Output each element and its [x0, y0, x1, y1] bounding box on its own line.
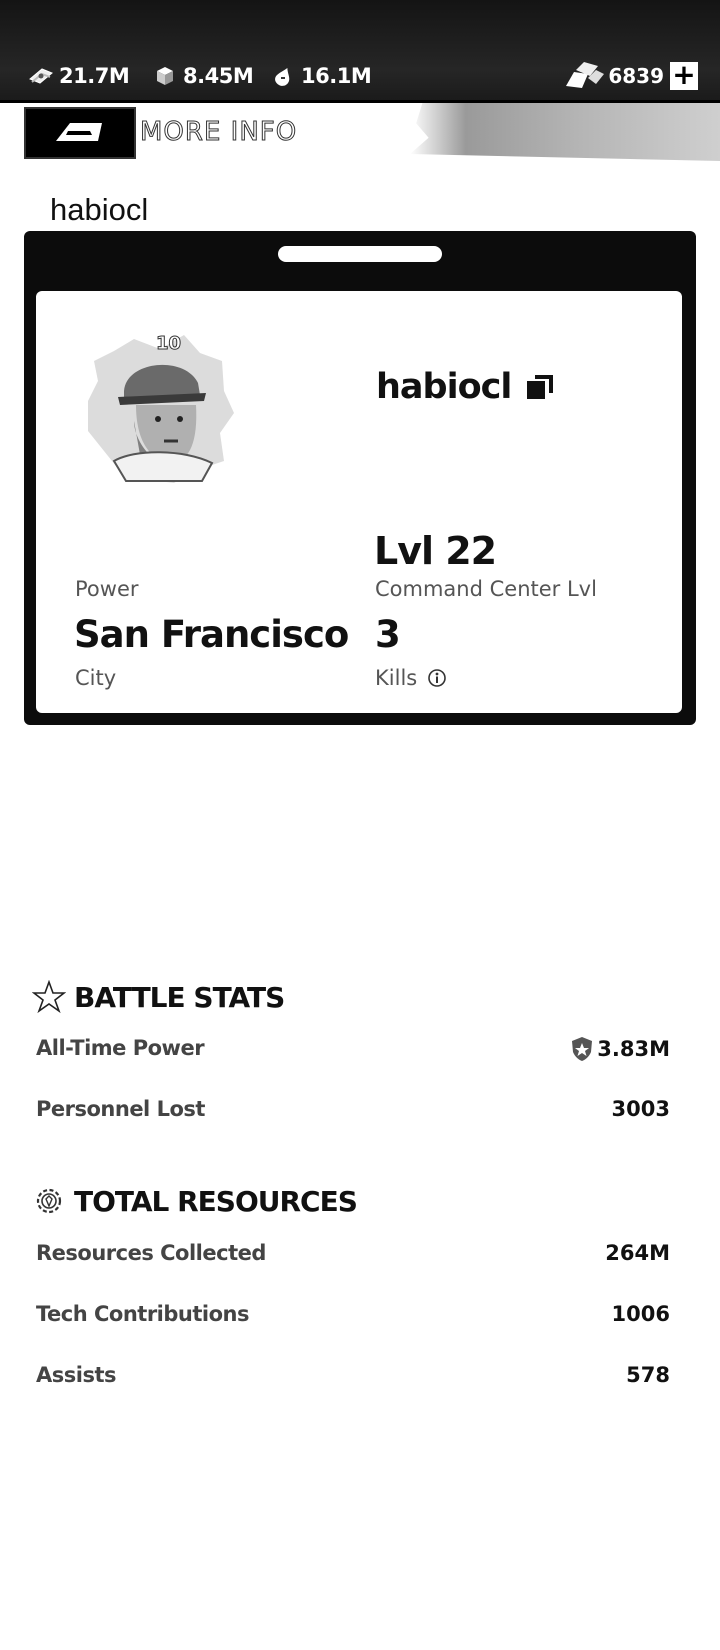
stat-label: Resources Collected: [36, 1241, 266, 1265]
supply-resource[interactable]: 8.45M: [152, 62, 254, 90]
command-center-level-label: Command Center Lvl: [375, 577, 597, 601]
supply-value: 8.45M: [183, 64, 254, 88]
supply-crate-icon: [157, 67, 173, 85]
fuel-value: 16.1M: [301, 64, 372, 88]
stat-label: Personnel Lost: [36, 1097, 205, 1121]
power-shield-icon: [572, 1037, 593, 1061]
info-icon[interactable]: [427, 668, 447, 688]
gear-icon: [36, 1188, 62, 1214]
stat-label: All-Time Power: [36, 1036, 205, 1060]
battle-stats-title: BATTLE STATS: [74, 980, 285, 1014]
page-title: MORE INFO: [139, 117, 298, 148]
stat-value: 3003: [611, 1097, 670, 1121]
gold-resource[interactable]: 6839 +: [562, 60, 698, 92]
all-time-power-value: 3.83M: [597, 1037, 670, 1061]
page-username: habiocl: [50, 192, 149, 227]
fuel-drop-icon: [275, 67, 290, 86]
header-brush-decoration: [410, 103, 720, 161]
stat-row-all-time-power: All-Time Power 3.83M: [36, 1036, 670, 1070]
stat-value: 3.83M: [571, 1036, 670, 1062]
resource-bar: 21.7M 8.45M 16.1M 6839 +: [0, 0, 720, 103]
battle-stats-header: BATTLE STATS: [32, 980, 285, 1014]
star-icon: [32, 980, 66, 1014]
cash-icon: [29, 68, 53, 84]
stat-value: 264M: [605, 1241, 670, 1265]
soldier-avatar-icon[interactable]: 10: [74, 321, 246, 493]
stat-value: 1006: [611, 1302, 670, 1326]
stat-row-resources-collected: Resources Collected 264M: [36, 1241, 670, 1275]
stat-value: 578: [626, 1363, 670, 1387]
stat-row-personnel-lost: Personnel Lost 3003: [36, 1097, 670, 1131]
fuel-resource[interactable]: 16.1M: [270, 62, 372, 90]
city-value: San Francisco: [74, 613, 349, 656]
profile-name-row: habiocl: [376, 367, 557, 407]
page-header: MORE INFO: [0, 103, 720, 161]
total-resources-title: TOTAL RESOURCES: [74, 1184, 358, 1218]
svg-text:10: 10: [156, 333, 181, 354]
stat-label: Assists: [36, 1363, 117, 1387]
cash-value: 21.7M: [59, 64, 130, 88]
stat-row-tech-contributions: Tech Contributions 1006: [36, 1302, 670, 1336]
total-resources-header: TOTAL RESOURCES: [32, 1184, 358, 1218]
back-button[interactable]: [24, 107, 136, 159]
profile-card-body: 10 habiocl Lvl 22 Command Center Lvl Pow…: [36, 291, 682, 713]
profile-name: habiocl: [376, 367, 512, 407]
kills-label: Kills: [375, 666, 418, 690]
card-handle: [278, 246, 442, 262]
cash-resource[interactable]: 21.7M: [28, 62, 130, 90]
profile-card: 10 habiocl Lvl 22 Command Center Lvl Pow…: [24, 231, 696, 725]
gold-value: 6839: [608, 64, 664, 88]
stat-label: Tech Contributions: [36, 1302, 249, 1326]
copy-icon[interactable]: [525, 371, 557, 403]
kills-label-row: Kills: [375, 666, 447, 690]
power-label: Power: [75, 577, 139, 601]
kills-value: 3: [375, 613, 401, 656]
gold-bars-icon: [566, 62, 605, 88]
city-label: City: [75, 666, 117, 690]
add-gold-button[interactable]: +: [670, 61, 698, 90]
command-center-level-value: Lvl 22: [374, 529, 497, 573]
back-arrow-icon: [56, 123, 102, 141]
stat-row-assists: Assists 578: [36, 1363, 670, 1397]
